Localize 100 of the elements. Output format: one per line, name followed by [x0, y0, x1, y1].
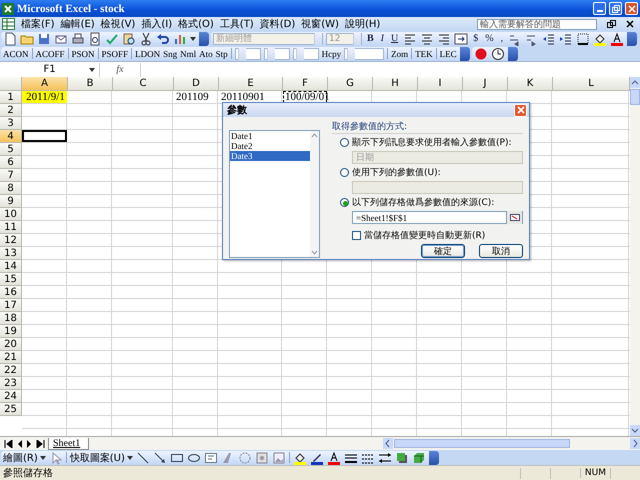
previous-sheet-icon[interactable] [16, 440, 23, 448]
macro-button[interactable]: Nml [180, 48, 196, 58]
toolbar-options-button[interactable] [508, 46, 518, 60]
font-color-icon[interactable] [610, 32, 624, 46]
row-header[interactable]: 17 [0, 299, 22, 312]
scroll-thumb[interactable] [394, 439, 570, 448]
menu-item[interactable]: 說明(H) [344, 17, 380, 31]
row-header[interactable]: 2 [0, 104, 22, 117]
scroll-down-icon[interactable] [310, 248, 319, 257]
scroll-up-icon[interactable] [310, 131, 319, 140]
scroll-thumb[interactable] [630, 89, 640, 105]
list-item[interactable]: Date3 [230, 151, 310, 161]
dialog-button[interactable]: 確定 [421, 244, 465, 258]
column-header[interactable]: L [553, 77, 630, 91]
menu-item[interactable]: 資料(D) [260, 17, 296, 31]
column-header[interactable]: G [328, 77, 373, 91]
menu-item[interactable]: 檔案(F) [21, 17, 55, 31]
caret-icon[interactable] [190, 36, 196, 40]
scroll-down-icon[interactable] [630, 425, 640, 436]
macro-button[interactable]: ACON [3, 48, 29, 58]
restore-button[interactable] [609, 2, 622, 15]
menu-item[interactable]: 格式(O) [178, 17, 214, 31]
cube-icon[interactable] [412, 450, 426, 464]
undo-icon[interactable] [156, 32, 170, 46]
autoshapes-menu-button[interactable]: 快取圖案(U) [70, 450, 133, 464]
column-header[interactable]: D [174, 77, 219, 91]
row-header[interactable]: 19 [0, 325, 22, 338]
column-header[interactable]: C [113, 77, 174, 91]
increase-indent-icon[interactable] [559, 32, 574, 46]
macro-button[interactable]: LDON [135, 48, 160, 58]
number-format-button[interactable]: , [498, 33, 506, 44]
number-format-button[interactable]: $ [471, 33, 480, 44]
macro-button[interactable]: LEC [440, 48, 457, 58]
row-header[interactable]: 4 [0, 130, 22, 143]
print-icon[interactable] [71, 32, 85, 46]
macro-button[interactable]: PSOFF [102, 48, 128, 58]
row-header[interactable]: 5 [0, 143, 22, 156]
cut-icon[interactable] [139, 32, 153, 46]
scroll-left-icon[interactable] [383, 438, 393, 449]
row-header[interactable]: 21 [0, 351, 22, 364]
row-header[interactable]: 3 [0, 117, 22, 130]
column-header[interactable]: F [283, 77, 328, 91]
close-icon[interactable] [626, 20, 634, 28]
row-header[interactable]: 9 [0, 195, 22, 208]
save-icon[interactable] [37, 32, 51, 46]
column-header[interactable]: K [508, 77, 553, 91]
menu-item[interactable]: 工具(T) [220, 17, 254, 31]
align-right-icon[interactable] [437, 32, 452, 46]
last-sheet-icon[interactable] [36, 440, 45, 448]
row-header[interactable]: 15 [0, 273, 22, 286]
format-button[interactable]: B [365, 33, 376, 44]
horizontal-scrollbar[interactable] [383, 438, 640, 449]
minimize-button[interactable] [593, 2, 606, 15]
row-header[interactable]: 23 [0, 377, 22, 390]
arrow-style-icon[interactable] [378, 450, 392, 464]
macro-button[interactable]: Ato [199, 48, 213, 58]
close-button[interactable] [625, 2, 638, 15]
list-item[interactable]: Date1 [230, 131, 310, 141]
draw-menu-button[interactable]: 繪圖(R) [3, 450, 46, 464]
radio-button[interactable] [340, 138, 349, 147]
fill-color-icon[interactable] [593, 32, 608, 46]
row-header[interactable]: 12 [0, 234, 22, 247]
input-field[interactable]: =Sheet1!$F$1 [352, 211, 523, 224]
picture-icon[interactable] [272, 450, 286, 464]
decrease-indent-icon[interactable] [542, 32, 556, 46]
scroll-up-icon[interactable] [630, 77, 640, 88]
row-header[interactable]: 16 [0, 286, 22, 299]
toolbar-options-button[interactable] [627, 32, 638, 46]
macro-button[interactable]: TEK [415, 48, 433, 58]
row-header[interactable]: 1 [0, 91, 22, 104]
row-header[interactable]: 25 [0, 403, 22, 416]
font-color-icon[interactable] [326, 450, 341, 464]
macro-button[interactable]: ACOFF [36, 48, 65, 58]
shadow-icon[interactable] [394, 450, 409, 464]
column-header[interactable]: A [22, 77, 68, 91]
macro-button[interactable]: Hcpy [322, 48, 342, 58]
column-header[interactable]: J [463, 77, 508, 91]
row-header[interactable]: 7 [0, 169, 22, 182]
menu-item[interactable]: 檢視(V) [100, 17, 136, 31]
merge-center-icon[interactable] [454, 32, 468, 46]
row-header[interactable]: 14 [0, 260, 22, 273]
menu-item[interactable]: 編輯(E) [60, 17, 95, 31]
row-header[interactable]: 20 [0, 338, 22, 351]
row-header[interactable]: 13 [0, 247, 22, 260]
spreadsheet-icon[interactable] [2, 18, 15, 30]
macro-button[interactable]: Zom [391, 48, 408, 58]
record-icon[interactable] [474, 46, 488, 60]
checkbox[interactable] [352, 231, 361, 240]
help-search-field[interactable]: 輸入需要解答的問題 [477, 18, 597, 30]
row-header[interactable]: 10 [0, 208, 22, 221]
stopwatch-icon[interactable] [490, 46, 505, 60]
line-icon[interactable] [136, 450, 150, 464]
macro-button[interactable]: Sng [163, 48, 178, 58]
align-left-icon[interactable] [403, 32, 418, 46]
row-header[interactable]: 24 [0, 390, 22, 403]
insert-function-button[interactable]: fx [100, 64, 140, 75]
column-header[interactable]: B [68, 77, 113, 91]
radio-button[interactable] [340, 198, 349, 207]
menu-item[interactable]: 視窗(W) [301, 17, 339, 31]
row-header[interactable]: 18 [0, 312, 22, 325]
